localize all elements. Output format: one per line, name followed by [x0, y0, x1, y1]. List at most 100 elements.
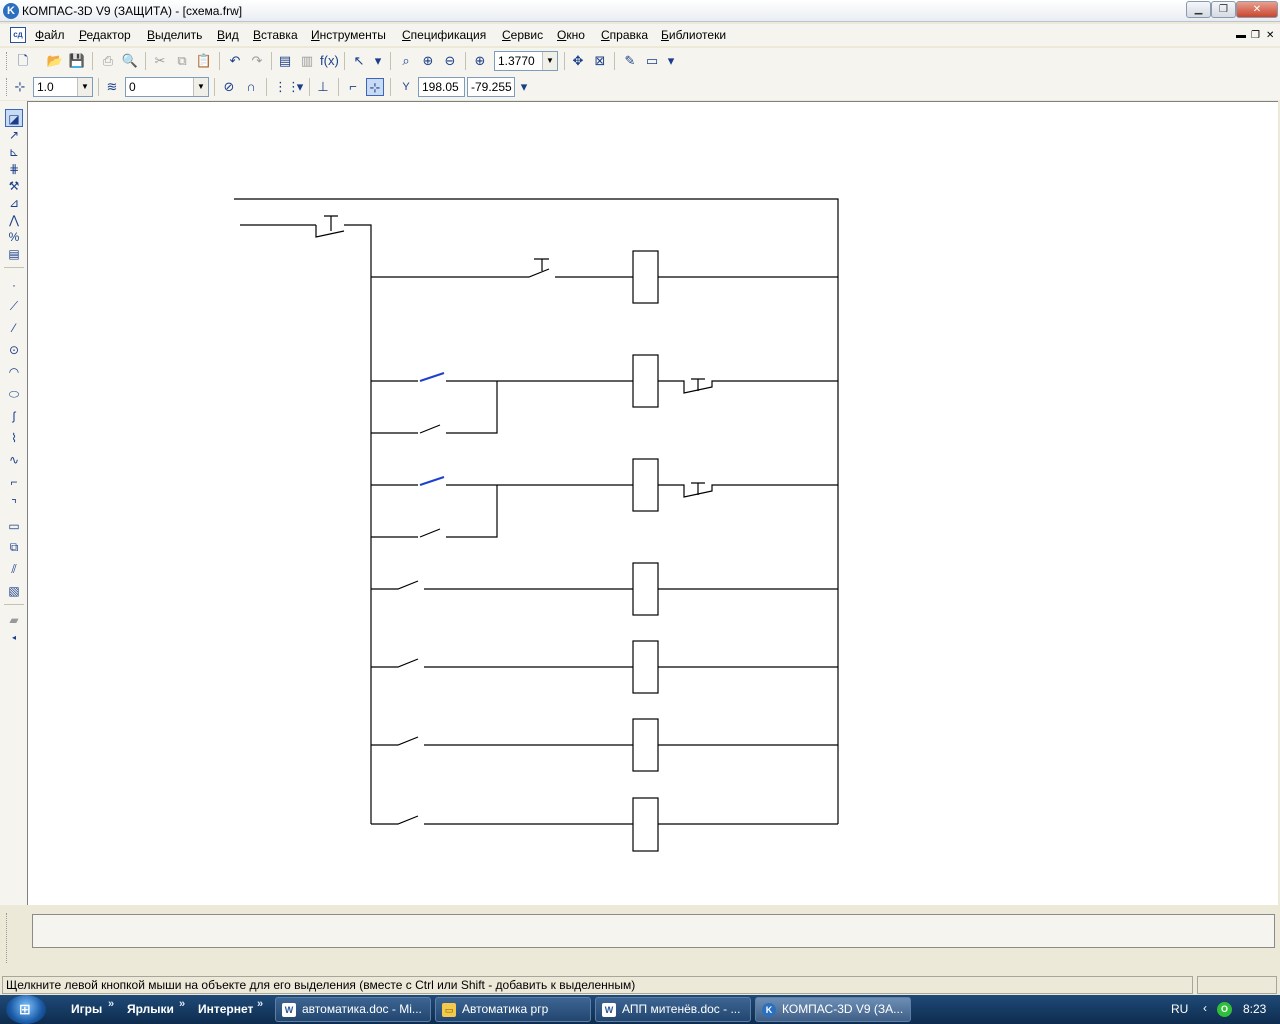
schematic-drawing[interactable] — [28, 102, 1279, 906]
task-folder-automatika[interactable]: ▭ Автоматика ргр — [435, 997, 591, 1022]
ortho-icon[interactable]: ⌐ — [344, 78, 362, 96]
drawing-canvas[interactable] — [27, 101, 1278, 905]
zoom-in-icon[interactable]: ⊕ — [419, 52, 437, 70]
round-icon[interactable]: ⊹ — [366, 78, 384, 96]
menu-file[interactable]: Файл — [35, 28, 65, 42]
menu-tools[interactable]: Инструменты — [311, 28, 386, 42]
start-button[interactable]: ⊞ — [6, 995, 46, 1024]
editing-icon[interactable]: ⋕ — [5, 160, 23, 178]
fill-icon[interactable]: ▰ — [5, 611, 23, 629]
properties-icon[interactable]: ▥ — [298, 52, 316, 70]
print-icon[interactable]: ⎙ — [99, 52, 117, 70]
chevron-right-icon[interactable]: » — [179, 998, 185, 1010]
pan-icon[interactable]: ✥ — [569, 52, 587, 70]
coord-x-field[interactable]: 198.05 — [418, 77, 465, 97]
local-cs-icon[interactable]: ⊥ — [314, 78, 332, 96]
chevron-left-icon[interactable]: ‹ — [1203, 1001, 1207, 1015]
quicklaunch-games[interactable]: Игры — [71, 1002, 102, 1016]
task-kompas[interactable]: K КОМПАС-3D V9 (ЗА... — [755, 997, 911, 1022]
task-word-app[interactable]: W АПП митенёв.doc - ... — [595, 997, 751, 1022]
bezier-icon[interactable]: ∿ — [5, 451, 23, 469]
refresh-icon[interactable]: ✎ — [621, 52, 639, 70]
menu-window[interactable]: Окно — [557, 28, 585, 42]
menu-service[interactable]: Сервис — [502, 28, 543, 42]
task-word-automatika[interactable]: W автоматика.doc - Mi... — [275, 997, 431, 1022]
kompas-icon[interactable]: K — [3, 3, 19, 19]
grid-icon[interactable]: ⋮⋮ — [274, 78, 300, 96]
clock[interactable]: 8:23 — [1243, 1002, 1266, 1016]
layer-combo[interactable]: 0 ▼ — [125, 77, 209, 97]
mdi-restore-icon[interactable]: ❐ — [1251, 30, 1260, 41]
ellipse-icon[interactable]: ⬭ — [5, 385, 23, 403]
fillet-icon[interactable]: ⌐ — [5, 473, 23, 491]
select-icon[interactable]: ⋀ — [5, 211, 23, 229]
dimensions-icon[interactable]: ↗ — [5, 126, 23, 144]
row-2[interactable] — [371, 354, 838, 434]
toolbar-grip[interactable] — [6, 52, 9, 70]
chevron-down-icon[interactable]: ▼ — [542, 52, 557, 70]
segment-icon[interactable]: ⁄ — [5, 319, 23, 337]
manager-icon[interactable]: ▤ — [276, 52, 294, 70]
menu-edit[interactable]: Редактор — [79, 28, 131, 42]
coord-y-field[interactable]: -79.255 — [467, 77, 515, 97]
snap-icon[interactable]: ⊘ — [220, 78, 238, 96]
equidistant-icon[interactable]: ▧ — [5, 582, 23, 600]
function-icon[interactable]: f(x) — [320, 52, 339, 70]
zoom-all-icon[interactable]: ⊠ — [591, 52, 609, 70]
polyline-icon[interactable]: ⌇ — [5, 429, 23, 447]
chevron-down-icon[interactable]: ▾ — [515, 78, 533, 96]
arc-icon[interactable]: ◠ — [5, 363, 23, 381]
cut-icon[interactable]: ✂ — [151, 52, 169, 70]
minimize-button[interactable]: ▁ — [1186, 1, 1211, 18]
menu-select[interactable]: Выделить — [147, 28, 202, 42]
point-icon[interactable]: · — [5, 276, 23, 294]
rectangle-icon[interactable]: ▭ — [5, 517, 23, 535]
restore-button[interactable]: ❐ — [1211, 1, 1236, 18]
chevron-down-icon[interactable]: ▾ — [369, 52, 387, 70]
open-icon[interactable]: 📂 — [46, 52, 64, 70]
chevron-right-icon[interactable]: » — [257, 998, 263, 1010]
panel-grip[interactable] — [6, 913, 9, 963]
mdi-close-icon[interactable]: ✕ — [1266, 30, 1274, 41]
snap-magnet-icon[interactable]: ∩ — [242, 78, 260, 96]
redo-icon[interactable]: ↷ — [248, 52, 266, 70]
new-file-icon[interactable]: 🗋 — [14, 52, 32, 70]
toolbar-grip[interactable] — [6, 78, 9, 96]
view-mode-icon[interactable]: ▭ — [643, 52, 661, 70]
chevron-down-icon[interactable]: ▾ — [662, 52, 680, 70]
quicklaunch-internet[interactable]: Интернет — [198, 1002, 253, 1016]
spec-icon[interactable]: % — [5, 228, 23, 246]
row-6[interactable] — [371, 718, 838, 772]
macro-icon[interactable]: ⧉ — [5, 538, 23, 556]
paste-icon[interactable]: 📋 — [195, 52, 213, 70]
stop-pushbutton-main[interactable] — [315, 215, 372, 824]
zoom-out-icon[interactable]: ⊖ — [441, 52, 459, 70]
circle-icon[interactable]: ⊙ — [5, 341, 23, 359]
zoom-window-icon[interactable]: ⌕ — [397, 52, 415, 70]
row-7[interactable] — [371, 797, 838, 852]
menu-insert[interactable]: Вставка — [253, 28, 298, 42]
language-indicator[interactable]: RU — [1171, 1002, 1188, 1016]
chevron-right-icon[interactable]: » — [108, 998, 114, 1010]
mdi-minimize-icon[interactable]: ▬ — [1236, 30, 1246, 41]
close-button[interactable]: ✕ — [1236, 1, 1278, 18]
document-icon[interactable]: cд — [10, 27, 26, 43]
property-panel-field[interactable] — [32, 914, 1275, 948]
undo-icon[interactable]: ↶ — [226, 52, 244, 70]
tray-app-icon[interactable]: O — [1217, 1002, 1232, 1017]
menu-view[interactable]: Вид — [217, 28, 239, 42]
quicklaunch-shortcuts[interactable]: Ярлыки — [127, 1002, 174, 1016]
menu-help[interactable]: Справка — [601, 28, 648, 42]
zoom-scale-icon[interactable]: ⊕ — [471, 52, 489, 70]
current-state-icon[interactable]: ⊹ — [11, 78, 29, 96]
layers-icon[interactable]: ≋ — [103, 78, 121, 96]
chevron-left-icon[interactable]: ◂ — [5, 629, 23, 647]
menu-libraries[interactable]: Библиотеки — [661, 28, 726, 42]
hatch-icon[interactable]: ⫽ — [5, 560, 23, 578]
zoom-combo[interactable]: 1.3770 ▼ — [494, 51, 558, 71]
row-5[interactable] — [371, 640, 838, 694]
continuous-line-icon[interactable]: ʃ — [5, 407, 23, 425]
geometry-icon[interactable]: ◪ — [5, 109, 23, 127]
copy-icon[interactable]: ⧉ — [173, 52, 191, 70]
chevron-down-icon[interactable]: ▼ — [77, 78, 92, 96]
